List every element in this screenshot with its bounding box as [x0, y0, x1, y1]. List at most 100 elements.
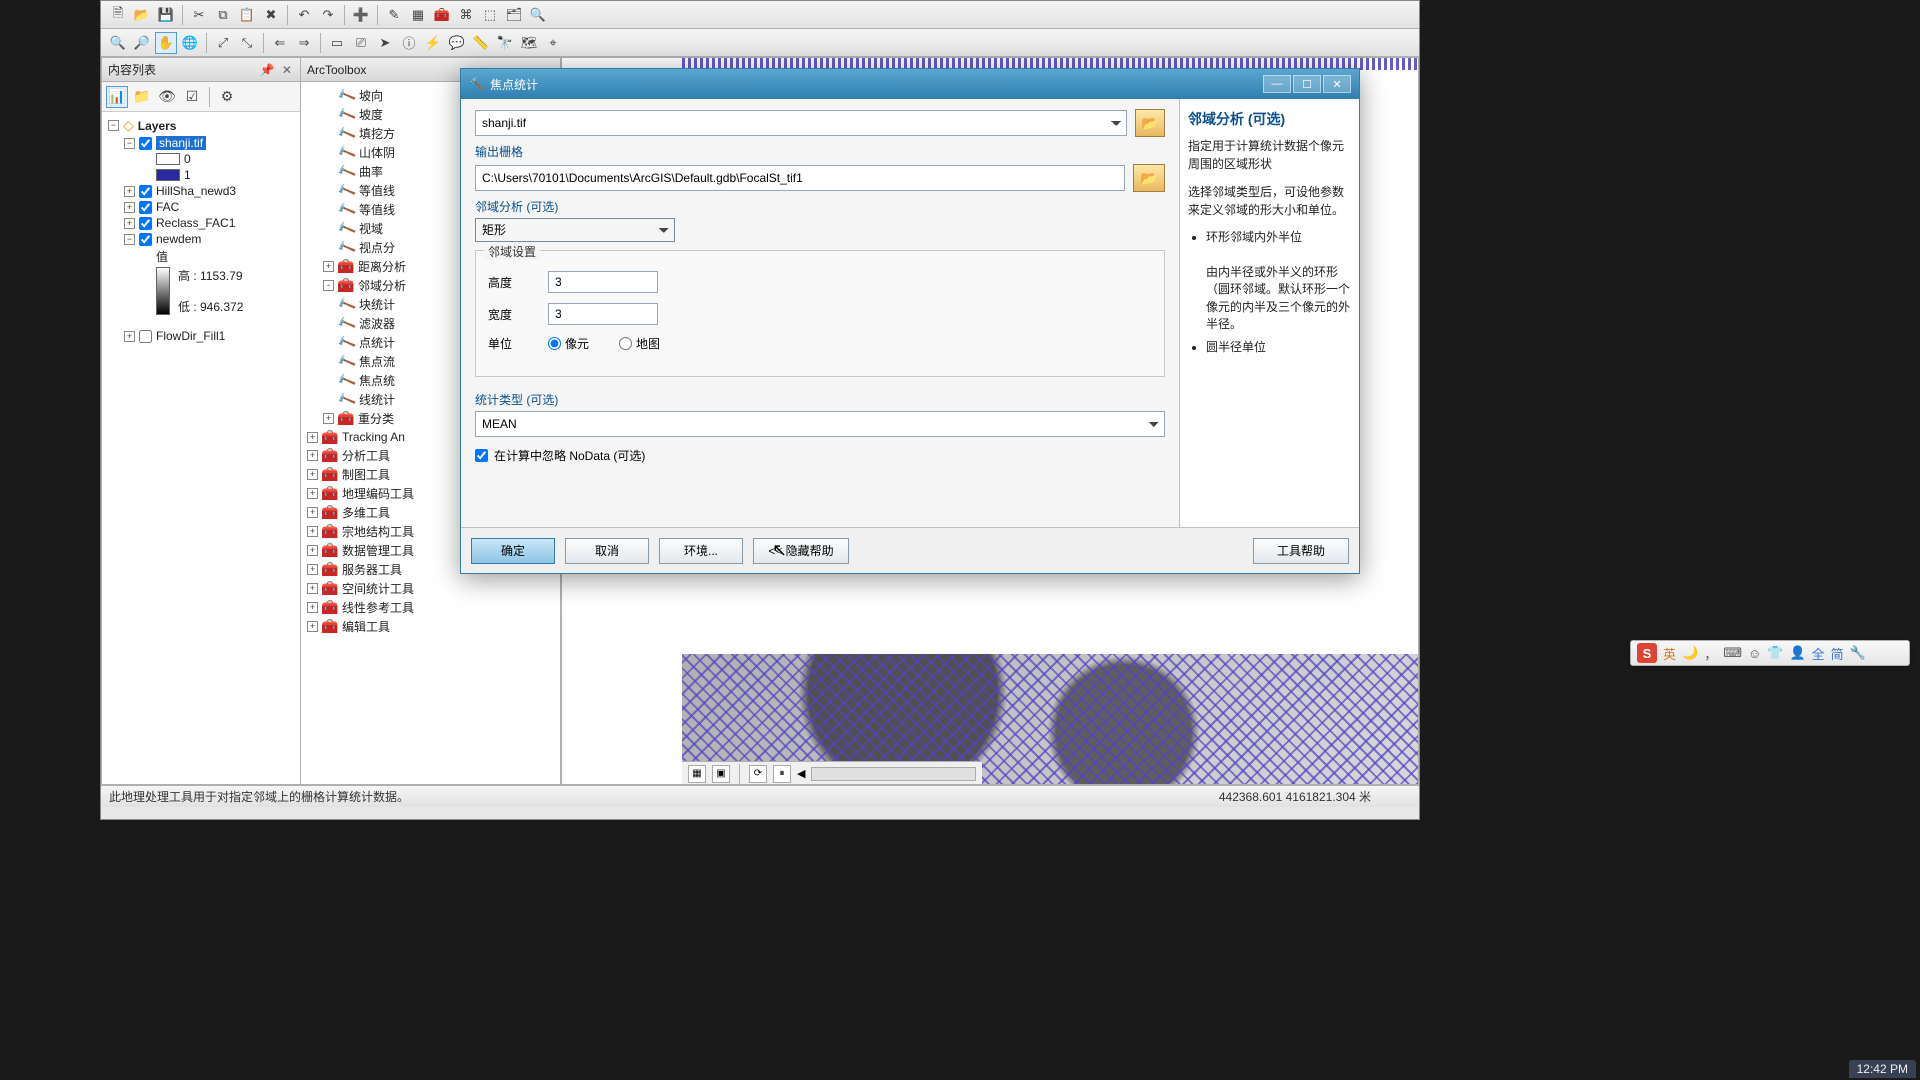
open-icon[interactable]: 📂 [131, 4, 153, 26]
expand-icon[interactable]: + [307, 583, 318, 594]
undo-icon[interactable]: ↶ [293, 4, 315, 26]
expand-icon[interactable]: + [124, 331, 135, 342]
input-raster-combo[interactable]: shanji.tif [475, 110, 1127, 136]
editor-icon[interactable]: ✎ [383, 4, 405, 26]
layer-hillsha[interactable]: +HillSha_newd3 [104, 183, 298, 199]
fixed-zoomin-icon[interactable]: ⤢ [212, 32, 234, 54]
identify-icon[interactable]: ⓘ [398, 32, 420, 54]
close-icon[interactable]: ✕ [1323, 75, 1351, 93]
expand-icon[interactable]: + [124, 202, 135, 213]
smiley-icon[interactable]: ☺ [1748, 646, 1761, 661]
table-icon[interactable]: ▦ [407, 4, 429, 26]
expand-icon[interactable]: + [323, 413, 334, 424]
wrench-icon[interactable]: 🔧 [1850, 645, 1866, 661]
person-icon[interactable]: 👤 [1789, 645, 1805, 661]
expand-icon[interactable]: - [323, 280, 334, 291]
layer-checkbox[interactable] [139, 217, 152, 230]
zoom-out-icon[interactable]: 🔎 [131, 32, 153, 54]
layer-name[interactable]: shanji.tif [156, 136, 206, 150]
pan-icon[interactable]: ✋ [155, 32, 177, 54]
environments-button[interactable]: 环境... [659, 538, 743, 564]
python-icon[interactable]: ⌘ [455, 4, 477, 26]
minimize-icon[interactable]: — [1263, 75, 1291, 93]
shirt-icon[interactable]: 👕 [1767, 645, 1783, 661]
pause-icon[interactable]: ⏸ [773, 765, 791, 783]
expand-icon[interactable]: + [124, 218, 135, 229]
ignore-nodata-checkbox[interactable] [475, 449, 488, 462]
expand-icon[interactable]: + [307, 432, 318, 443]
expand-icon[interactable]: + [307, 564, 318, 575]
keyboard-icon[interactable]: ⌨ [1723, 645, 1742, 661]
expand-icon[interactable]: + [307, 507, 318, 518]
expand-icon[interactable]: + [307, 621, 318, 632]
next-extent-icon[interactable]: ⇒ [293, 32, 315, 54]
paste-icon[interactable]: 📋 [236, 4, 258, 26]
collapse-icon[interactable]: − [124, 138, 135, 149]
clear-sel-icon[interactable]: ⎚ [350, 32, 372, 54]
find-route-icon[interactable]: 🗺 [518, 32, 540, 54]
layer-checkbox[interactable] [139, 233, 152, 246]
browse-input-icon[interactable]: 📂 [1135, 109, 1165, 137]
radio-input[interactable] [548, 337, 561, 350]
options-icon[interactable]: ⚙ [216, 86, 238, 108]
expand-icon[interactable]: + [307, 526, 318, 537]
radio-input[interactable] [619, 337, 632, 350]
collapse-icon[interactable]: − [124, 234, 135, 245]
search-icon[interactable]: 🔍 [527, 4, 549, 26]
layer-fac[interactable]: +FAC [104, 199, 298, 215]
expand-icon[interactable]: + [307, 469, 318, 480]
width-input[interactable] [548, 303, 658, 325]
redo-icon[interactable]: ↷ [317, 4, 339, 26]
goto-xy-icon[interactable]: ⌖ [542, 32, 564, 54]
save-icon[interactable]: 💾 [155, 4, 177, 26]
prev-extent-icon[interactable]: ⇐ [269, 32, 291, 54]
layers-root[interactable]: −◇Layers [104, 116, 298, 135]
height-input[interactable] [548, 271, 658, 293]
layer-newdem[interactable]: −newdem [104, 231, 298, 247]
output-raster-input[interactable] [475, 165, 1125, 191]
add-data-icon[interactable]: ➕ [350, 4, 372, 26]
cut-icon[interactable]: ✂ [188, 4, 210, 26]
layout-view-icon[interactable]: ▣ [712, 765, 730, 783]
measure-icon[interactable]: 📏 [470, 32, 492, 54]
zoom-in-icon[interactable]: 🔍 [107, 32, 129, 54]
scroll-left-icon[interactable]: ◀ [797, 767, 805, 780]
layer-flowdir[interactable]: +FlowDir_Fill1 [104, 328, 298, 344]
unit-cell-radio[interactable]: 像元 [548, 335, 589, 352]
expand-icon[interactable]: + [307, 450, 318, 461]
copy-icon[interactable]: ⧉ [212, 4, 234, 26]
toc-pin-close[interactable]: 📌 ✕ [260, 63, 294, 77]
expand-icon[interactable]: + [307, 602, 318, 613]
horizontal-scrollbar[interactable] [811, 767, 976, 781]
ignore-nodata-row[interactable]: 在计算中忽略 NoData (可选) [475, 447, 1165, 464]
ime-toolbar[interactable]: S 英 🌙 ， ⌨ ☺ 👕 👤 全 简 🔧 [1630, 640, 1910, 666]
layer-checkbox[interactable] [139, 185, 152, 198]
catalog-icon[interactable]: 🗂 [503, 4, 525, 26]
unit-map-radio[interactable]: 地图 [619, 335, 660, 352]
maximize-icon[interactable]: ☐ [1293, 75, 1321, 93]
new-icon[interactable]: 🗎 [107, 4, 129, 26]
comma-icon[interactable]: ， [1704, 644, 1717, 663]
ime-simp[interactable]: 简 [1831, 644, 1844, 663]
expand-icon[interactable]: + [323, 261, 334, 272]
browse-output-icon[interactable]: 📂 [1133, 164, 1165, 192]
tool-row[interactable]: +🧰线性参考工具 [303, 598, 558, 617]
sogou-icon[interactable]: S [1637, 643, 1657, 663]
list-by-visibility-icon[interactable]: 👁 [156, 86, 178, 108]
stat-combo[interactable]: MEAN [475, 411, 1165, 437]
delete-icon[interactable]: ✖ [260, 4, 282, 26]
data-view-icon[interactable]: ▦ [688, 765, 706, 783]
html-popup-icon[interactable]: 💬 [446, 32, 468, 54]
layer-shanji[interactable]: − shanji.tif [104, 135, 298, 151]
refresh-icon[interactable]: ⟳ [749, 765, 767, 783]
moon-icon[interactable]: 🌙 [1682, 645, 1698, 661]
neighborhood-combo[interactable]: 矩形 [475, 218, 675, 242]
tool-row[interactable]: +🧰编辑工具 [303, 617, 558, 636]
list-by-source-icon[interactable]: 📁 [131, 86, 153, 108]
tool-row[interactable]: +🧰空间统计工具 [303, 579, 558, 598]
ok-button[interactable]: 确定 [471, 538, 555, 564]
toc-tree[interactable]: −◇Layers −shanji.tif 0 1 +HillSha_newd3 … [102, 112, 300, 784]
expand-icon[interactable]: + [307, 545, 318, 556]
expand-icon[interactable]: + [124, 186, 135, 197]
layer-reclass[interactable]: +Reclass_FAC1 [104, 215, 298, 231]
